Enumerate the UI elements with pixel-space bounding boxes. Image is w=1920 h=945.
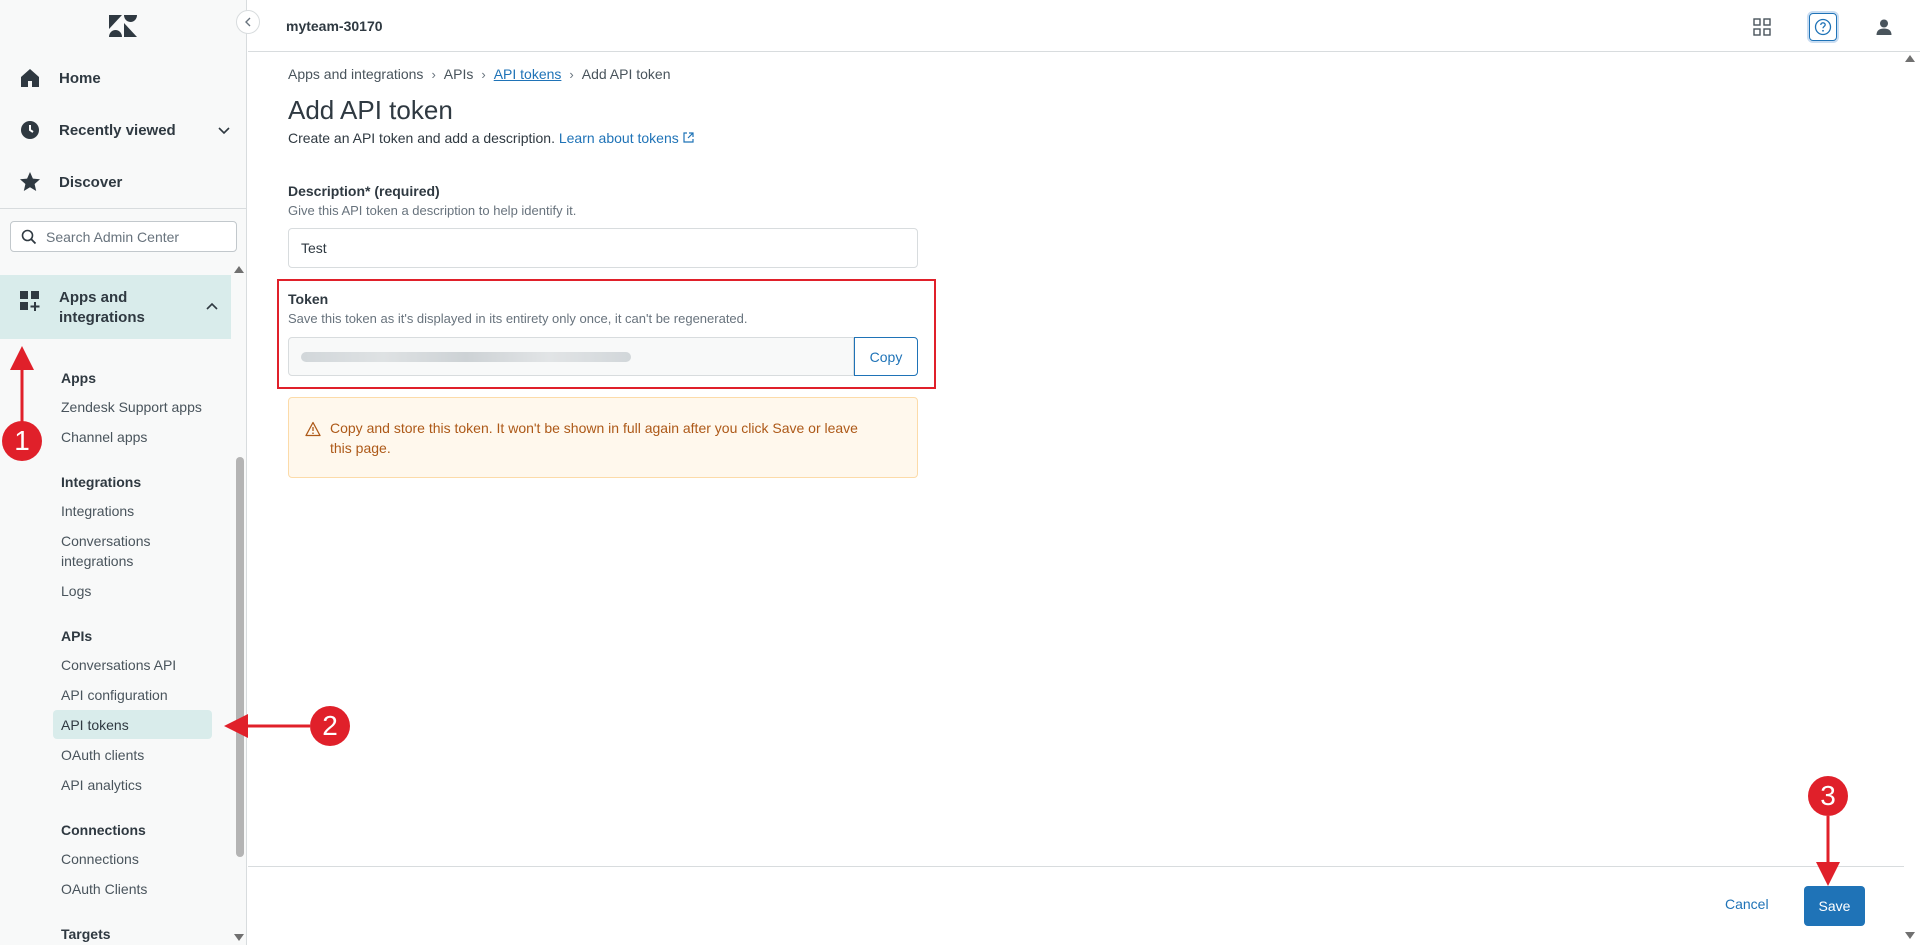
sidebar-scroll-up[interactable] — [234, 266, 244, 273]
sidebar-item-oauth-clients[interactable]: OAuth clients — [53, 745, 212, 765]
sidebar-item-api-analytics[interactable]: API analytics — [53, 775, 212, 795]
token-label: Token — [288, 291, 329, 307]
copy-token-button[interactable]: Copy — [854, 337, 918, 376]
token-field[interactable] — [288, 337, 854, 376]
star-icon — [20, 172, 40, 191]
group-title-targets: Targets — [61, 926, 111, 942]
sidebar-scroll-down[interactable] — [234, 934, 244, 941]
description-input[interactable] — [288, 228, 918, 268]
sidebar-divider — [0, 208, 247, 209]
account-name: myteam-30170 — [286, 18, 383, 34]
breadcrumb-separator-icon: › — [481, 66, 486, 82]
admin-search[interactable] — [10, 221, 237, 252]
clock-icon — [21, 121, 39, 139]
sidebar-item-integrations[interactable]: Integrations — [53, 501, 212, 521]
sidebar-item-connections[interactable]: Connections — [53, 849, 212, 869]
breadcrumb-apis[interactable]: APIs — [444, 66, 474, 82]
admin-search-input[interactable] — [46, 227, 231, 247]
sidebar-item-channel-apps[interactable]: Channel apps — [53, 427, 212, 447]
learn-link-label: Learn about tokens — [558, 130, 679, 146]
breadcrumb-separator-icon: › — [569, 66, 574, 82]
token-hint: Save this token as it's displayed in its… — [288, 311, 748, 326]
save-button[interactable]: Save — [1804, 886, 1865, 926]
nav-discover[interactable]: Discover — [0, 156, 247, 208]
grid-icon — [1753, 18, 1771, 36]
annotation-marker-3: 3 — [1808, 776, 1848, 816]
external-link-icon — [683, 132, 694, 143]
sidebar-item-logs[interactable]: Logs — [53, 581, 212, 601]
nav-discover-label: Discover — [59, 173, 123, 191]
breadcrumb: Apps and integrations › APIs › API token… — [288, 66, 670, 82]
sidebar-item-zendesk-support-apps[interactable]: Zendesk Support apps — [53, 397, 212, 417]
sidebar-item-api-configuration[interactable]: API configuration — [53, 685, 212, 705]
apps-grid-icon — [20, 291, 40, 311]
token-value-blurred — [301, 352, 631, 362]
main-scroll-up[interactable] — [1905, 55, 1915, 62]
sidebar: Home Recently viewed Discover Apps and i… — [0, 0, 247, 945]
main-scroll-down[interactable] — [1905, 932, 1915, 939]
group-title-integrations: Integrations — [61, 474, 142, 490]
section-apps-and-integrations[interactable]: Apps and integrations — [0, 275, 231, 339]
user-menu-button[interactable] — [1870, 13, 1898, 41]
chevron-down-icon[interactable] — [217, 123, 231, 137]
description-hint: Give this API token a description to hel… — [288, 203, 577, 218]
chevron-left-icon — [245, 17, 251, 27]
nav-home[interactable]: Home — [0, 52, 247, 104]
group-title-connections: Connections — [61, 822, 146, 838]
warning-alert: Copy and store this token. It won't be s… — [288, 397, 918, 478]
breadcrumb-api-tokens[interactable]: API tokens — [494, 66, 562, 82]
learn-about-tokens-link[interactable]: Learn about tokens — [559, 130, 694, 146]
top-bar: myteam-30170 — [248, 0, 1920, 52]
sidebar-scrollbar[interactable] — [236, 457, 244, 857]
product-tray-button[interactable] — [1748, 13, 1776, 41]
form-footer — [248, 866, 1904, 945]
sidebar-item-oauth-clients-connections[interactable]: OAuth Clients — [53, 879, 212, 899]
cancel-button[interactable]: Cancel — [1725, 896, 1769, 912]
user-icon — [1876, 19, 1892, 35]
page-subtitle: Create an API token and add a descriptio… — [288, 130, 694, 146]
question-icon — [1814, 18, 1832, 36]
nav-recently-viewed-label: Recently viewed — [59, 121, 176, 139]
group-title-apis: APIs — [61, 628, 93, 644]
breadcrumb-separator-icon: › — [431, 66, 436, 82]
annotation-marker-2: 2 — [310, 706, 350, 746]
annotation-marker-1: 1 — [2, 421, 42, 461]
description-label: Description* (required) — [288, 183, 440, 199]
zendesk-logo[interactable] — [108, 14, 138, 38]
page-title: Add API token — [288, 95, 453, 125]
collapse-sidebar-button[interactable] — [236, 10, 260, 34]
warning-icon — [305, 421, 321, 437]
help-button[interactable] — [1809, 13, 1837, 41]
section-label: Apps and integrations — [59, 289, 145, 326]
nav-home-label: Home — [59, 69, 101, 87]
chevron-up-icon[interactable] — [205, 300, 219, 314]
page-subtitle-text: Create an API token and add a descriptio… — [288, 130, 555, 146]
sidebar-item-conversations-api[interactable]: Conversations API — [53, 655, 212, 675]
sidebar-item-api-tokens[interactable]: API tokens — [53, 710, 212, 739]
breadcrumb-apps-and-integrations[interactable]: Apps and integrations — [288, 66, 423, 82]
nav-recently-viewed[interactable]: Recently viewed — [0, 104, 247, 156]
group-title-apps: Apps — [61, 370, 96, 386]
home-icon — [21, 69, 39, 87]
sidebar-item-conversations-integrations[interactable]: Conversations integrations — [53, 531, 173, 571]
warning-text: Copy and store this token. It won't be s… — [330, 420, 858, 456]
breadcrumb-current: Add API token — [581, 66, 671, 82]
search-icon — [21, 229, 37, 245]
